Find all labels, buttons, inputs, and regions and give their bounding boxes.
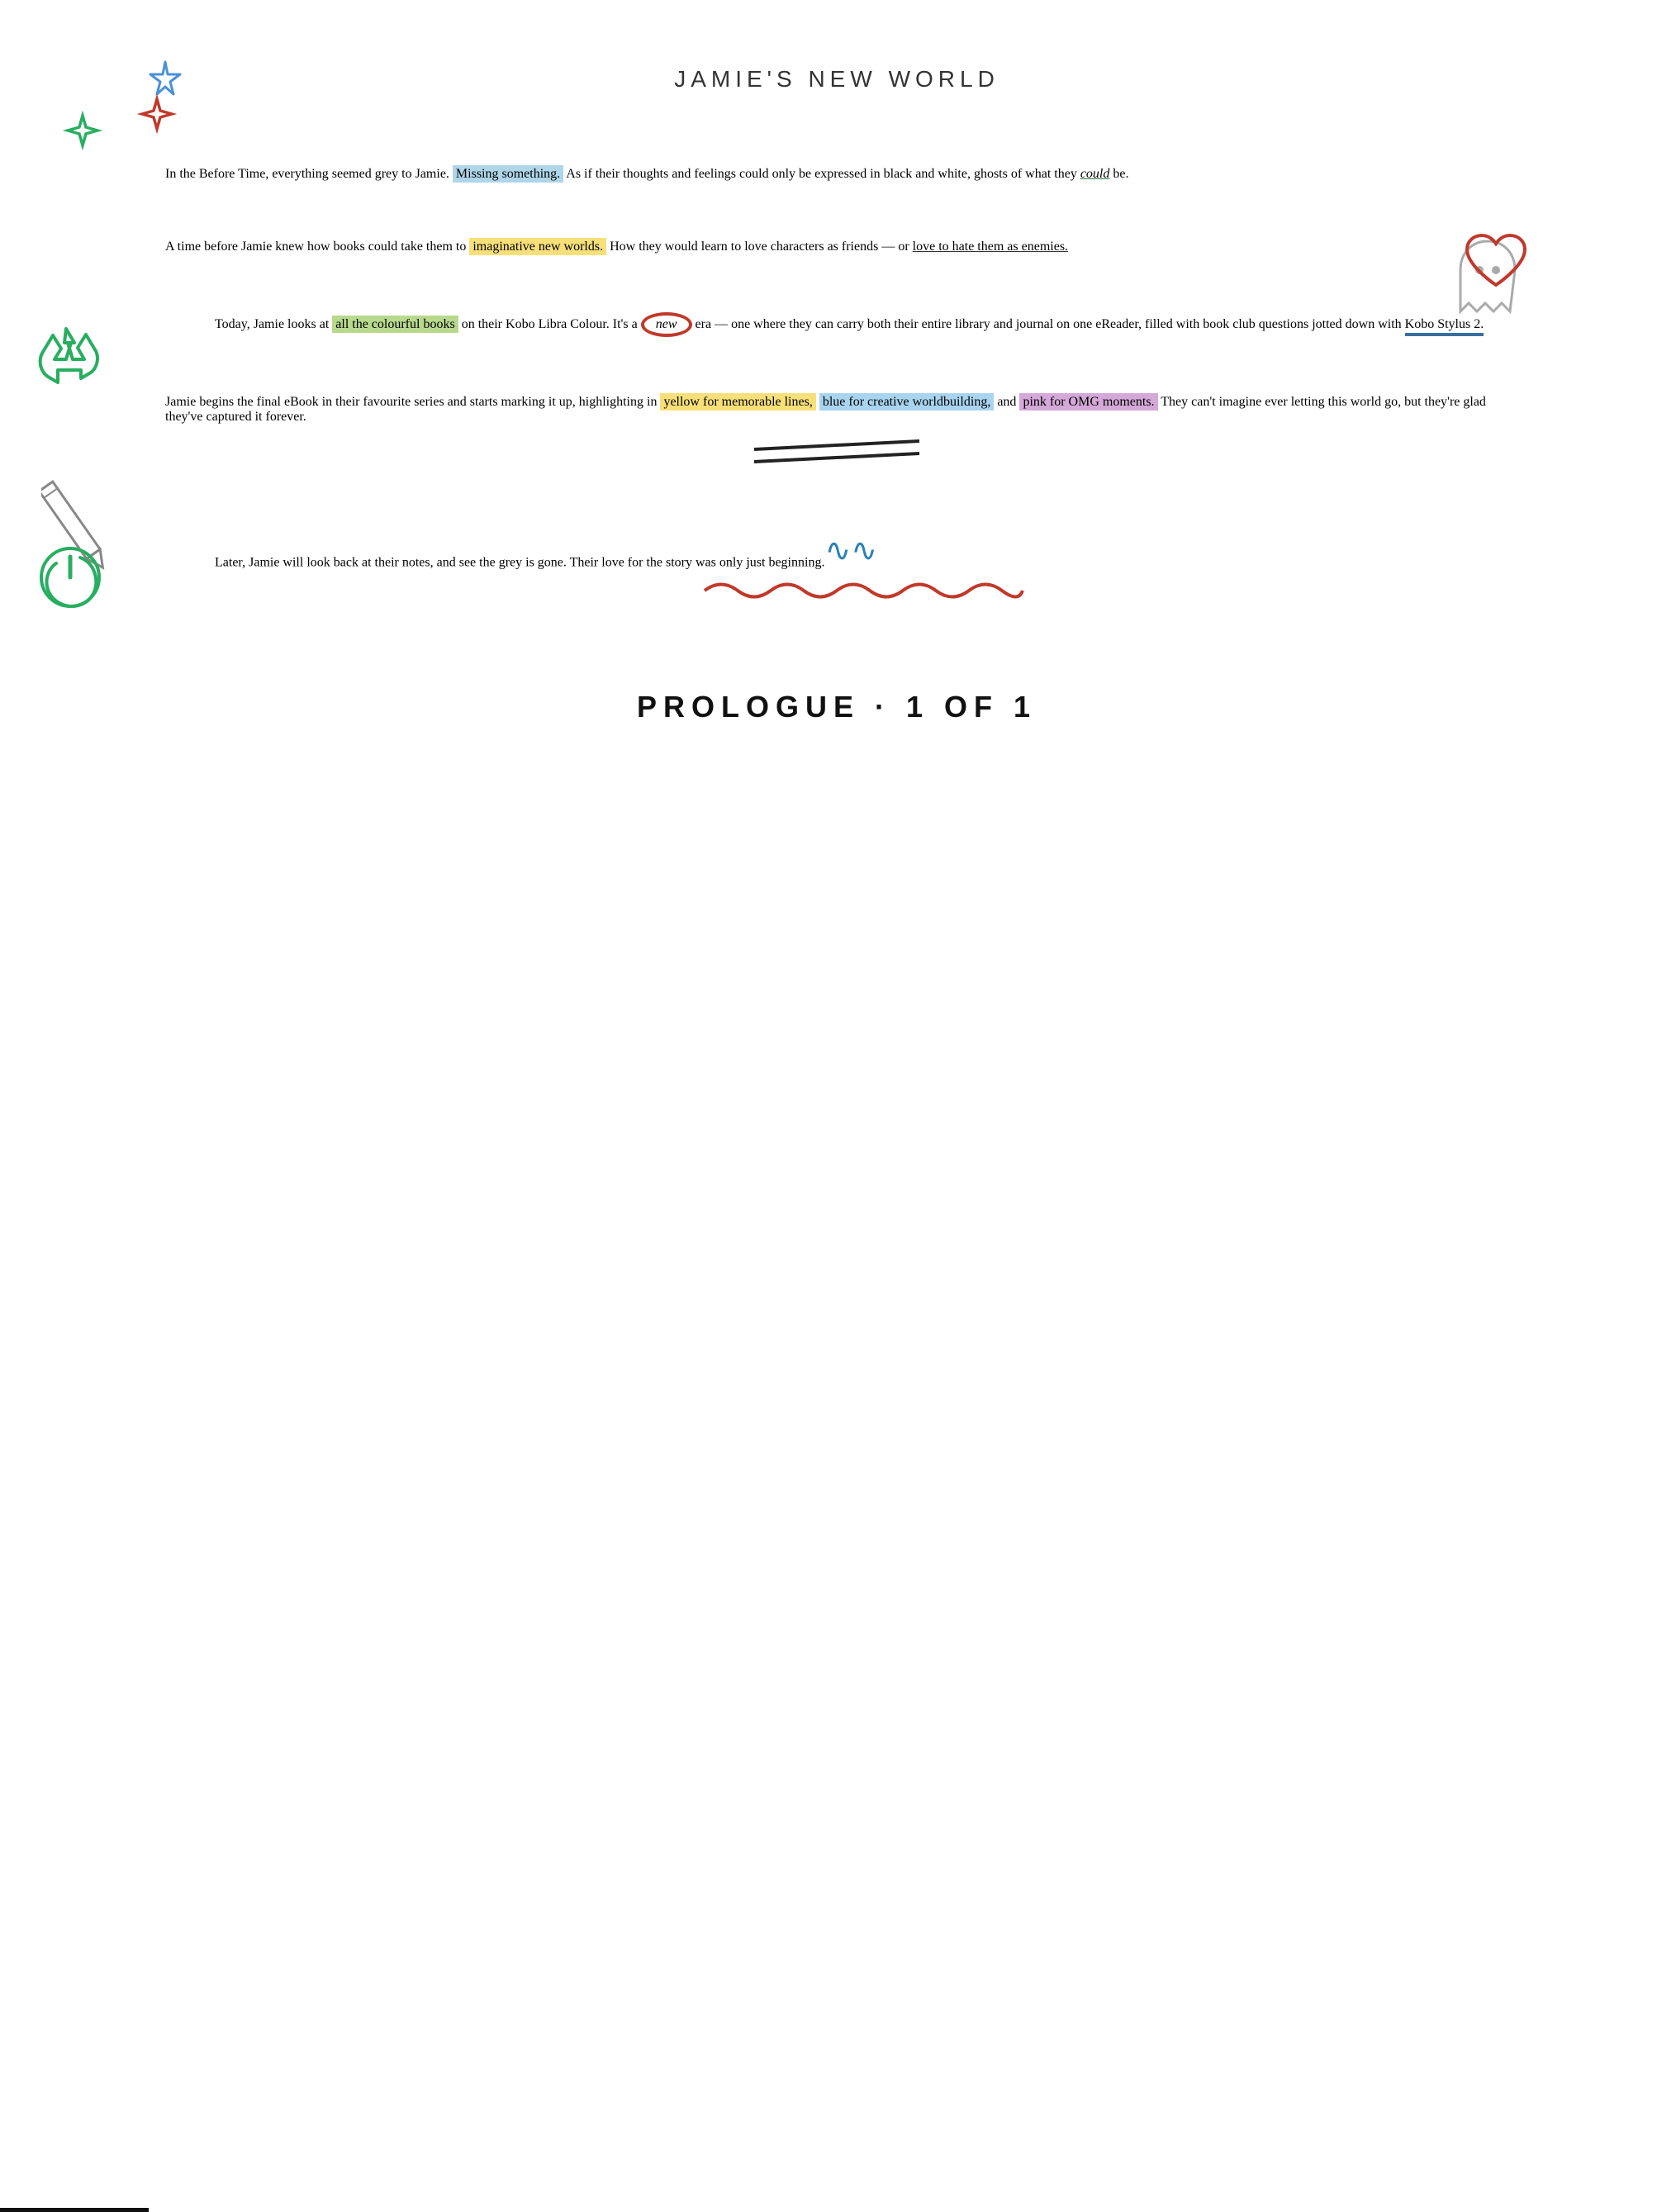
footer-line bbox=[0, 2208, 149, 2212]
p2-underline: love to hate them as enemies. bbox=[913, 240, 1068, 254]
paragraph-1: In the Before Time, everything seemed gr… bbox=[165, 167, 1508, 182]
paragraph-3: Today, Jamie looks at all the colourful … bbox=[165, 312, 1508, 337]
p2-highlight-yellow: imaginative new worlds. bbox=[469, 238, 606, 255]
heart-icon bbox=[1459, 231, 1533, 301]
p2-text1: A time before Jamie knew how books could… bbox=[165, 240, 469, 254]
p1-text1: In the Before Time, everything seemed gr… bbox=[165, 167, 453, 181]
p3-new-circled: new bbox=[641, 312, 692, 337]
p3-text1: Today, Jamie looks at bbox=[215, 317, 332, 331]
p3-highlight-green: all the colourful books bbox=[332, 316, 458, 333]
p4-highlight-blue: blue for creative worldbuilding, bbox=[819, 393, 995, 411]
p4-highlight-pink: pink for OMG moments. bbox=[1019, 393, 1157, 411]
paragraph-5: Later, Jamie will look back at their not… bbox=[165, 532, 1508, 607]
p2-text2: How they would learn to love characters … bbox=[606, 240, 913, 254]
p4-and: and bbox=[994, 395, 1019, 409]
footer: PROLOGUE · 1 OF 1 bbox=[165, 673, 1508, 724]
p4-text1: Jamie begins the final eBook in their fa… bbox=[165, 395, 660, 409]
decorative-stars bbox=[50, 50, 215, 215]
p1-text2: As if their thoughts and feelings could … bbox=[563, 167, 1080, 181]
p1-italic-underline: could bbox=[1080, 167, 1110, 181]
p1-highlight-blue: Missing something. bbox=[453, 165, 563, 183]
header-title: JAMIE'S NEW WORLD bbox=[165, 66, 1508, 93]
p5-text1: Later, Jamie will look back at their not… bbox=[215, 555, 824, 569]
double-lines-decoration bbox=[746, 433, 928, 474]
paragraph-2: A time before Jamie knew how books could… bbox=[165, 240, 1508, 254]
paragraph-4: Jamie begins the final eBook in their fa… bbox=[165, 395, 1508, 474]
p1-text3: be. bbox=[1109, 167, 1128, 181]
p3-text2: on their Kobo Libra Colour. It's a bbox=[458, 317, 641, 331]
red-wavy-line bbox=[696, 574, 1027, 607]
p4-highlight-yellow: yellow for memorable lines, bbox=[660, 393, 815, 411]
footer-label: PROLOGUE · 1 OF 1 bbox=[637, 690, 1037, 724]
p5-blue-scribble: ∿∿ bbox=[824, 534, 877, 568]
power-icon bbox=[33, 540, 107, 619]
p3-underline-box: Kobo Stylus 2. bbox=[1405, 317, 1484, 336]
page: JAMIE'S NEW WORLD In the Before Time, ev… bbox=[0, 0, 1657, 2212]
p3-text3: era — one where they can carry both thei… bbox=[692, 317, 1405, 331]
recycle-icon bbox=[25, 316, 107, 403]
